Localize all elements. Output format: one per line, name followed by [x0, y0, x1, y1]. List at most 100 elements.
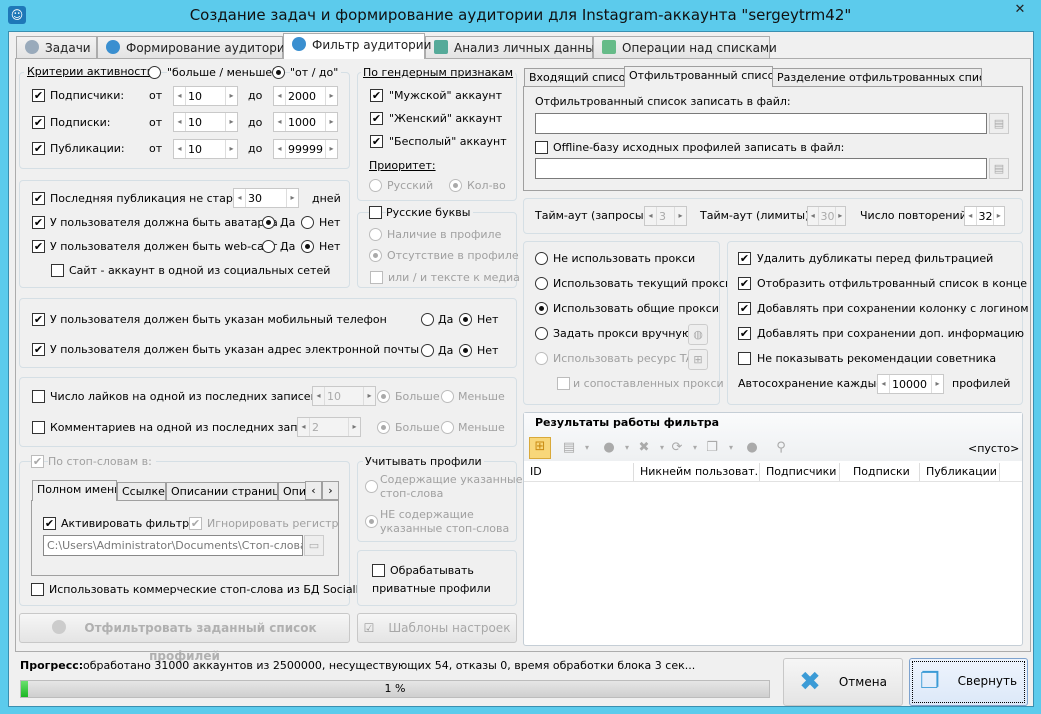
chevron-down-icon[interactable]: ▾ [686, 439, 704, 457]
column-header-following[interactable]: Подписки [840, 463, 920, 481]
media-text-checkbox[interactable] [370, 271, 383, 284]
email-checkbox[interactable] [32, 343, 45, 356]
stopwords-tab-full-name[interactable]: Полном имени [32, 480, 117, 501]
autosave-stepper[interactable]: ◂ 10000 ▸ [877, 374, 944, 394]
likes-less-radio[interactable] [441, 390, 454, 403]
priority-russian-radio[interactable] [369, 179, 382, 192]
cancel-button[interactable]: ✖ Отмена [783, 658, 903, 706]
avatar-yes-radio[interactable] [262, 216, 275, 229]
website-no-radio[interactable] [301, 240, 314, 253]
filter-list-button[interactable]: Отфильтровать заданный список профилей [19, 613, 350, 663]
tab-audience-building[interactable]: Формирование аудитории [97, 36, 292, 59]
likes-stepper[interactable]: ◂ 10 ▸ [312, 386, 376, 406]
mode-more-less-radio[interactable] [148, 66, 161, 79]
comments-less-radio[interactable] [441, 421, 454, 434]
last-post-checkbox[interactable] [32, 192, 45, 205]
comments-checkbox[interactable] [32, 421, 45, 434]
stopwords-checkbox[interactable] [31, 455, 44, 468]
hierarchy-icon[interactable]: ⊞ [529, 437, 551, 459]
phone-yes-radio[interactable] [421, 313, 434, 326]
genderless-checkbox[interactable] [370, 135, 383, 148]
save-icon[interactable]: ▤ [560, 439, 578, 457]
refresh-icon[interactable]: ⟳ [668, 439, 686, 457]
offline-base-input[interactable] [535, 158, 987, 179]
show-filtered-checkbox[interactable] [738, 277, 751, 290]
absent-radio[interactable] [369, 249, 382, 262]
folder-open-icon[interactable]: ▭ [304, 535, 324, 556]
likes-checkbox[interactable] [32, 390, 45, 403]
not-containing-radio[interactable] [365, 515, 378, 528]
minimize-button[interactable]: ❐ Свернуть [909, 658, 1028, 706]
chevron-down-icon[interactable]: ▾ [722, 439, 740, 457]
commercial-stopwords-checkbox[interactable] [31, 583, 44, 596]
posts-checkbox[interactable] [32, 142, 45, 155]
stopwords-tab-link[interactable]: Ссылке [117, 482, 166, 501]
hide-advice-checkbox[interactable] [738, 352, 751, 365]
social-site-checkbox[interactable] [51, 264, 64, 277]
login-column-checkbox[interactable] [738, 302, 751, 315]
tab-split-lists[interactable]: Разделение отфильтрованных списков [772, 68, 982, 87]
proxy-resource-radio[interactable] [535, 352, 548, 365]
avatar-checkbox[interactable] [32, 216, 45, 229]
tab-incoming-list[interactable]: Входящий список [524, 68, 625, 87]
templates-button[interactable]: ☑ Шаблоны настроек [357, 613, 517, 643]
containing-radio[interactable] [365, 480, 378, 493]
check-circle-icon[interactable]: ● [600, 439, 618, 457]
following-checkbox[interactable] [32, 116, 45, 129]
network-icon[interactable]: ⊞ [688, 349, 708, 370]
tab-filtered-list[interactable]: Отфильтрованный список [624, 66, 773, 87]
proxy-none-radio[interactable] [535, 252, 548, 265]
globe-icon[interactable]: ◍ [688, 324, 708, 345]
retries-stepper[interactable]: ◂ 32 ▸ [964, 206, 1005, 226]
delete-icon[interactable]: ✖ [635, 439, 653, 457]
offline-base-checkbox[interactable] [535, 141, 548, 154]
stopwords-tab-description[interactable]: Описании страницы [166, 482, 278, 501]
save-file-icon[interactable]: ▤ [989, 113, 1009, 134]
search-icon[interactable]: ⚲ [772, 439, 790, 457]
comments-more-radio[interactable] [377, 421, 390, 434]
website-checkbox[interactable] [32, 240, 45, 253]
column-header-followers[interactable]: Подписчики [760, 463, 840, 481]
tab-personal-data[interactable]: Анализ личных данных [425, 36, 602, 59]
proxy-manual-radio[interactable] [535, 327, 548, 340]
priority-count-radio[interactable] [449, 179, 462, 192]
extra-info-checkbox[interactable] [738, 327, 751, 340]
column-header-nickname[interactable]: Никнейм пользоват... [634, 463, 760, 481]
russian-letters-checkbox[interactable] [369, 206, 382, 219]
requests-timeout-stepper[interactable]: ◂ 3 ▸ [644, 206, 687, 226]
last-post-days-stepper[interactable]: ◂ 30 ▸ [233, 188, 299, 208]
email-yes-radio[interactable] [421, 344, 434, 357]
posts-from-stepper[interactable]: ◂ 10 ▸ [173, 139, 238, 159]
mapped-proxy-checkbox[interactable] [557, 377, 570, 390]
tabs-scroll-left-icon[interactable]: ‹ [305, 481, 322, 500]
private-profiles-checkbox[interactable] [372, 564, 385, 577]
mode-from-to-radio[interactable] [272, 66, 285, 79]
ignore-case-checkbox[interactable] [189, 517, 202, 530]
female-checkbox[interactable] [370, 112, 383, 125]
proxy-shared-radio[interactable] [535, 302, 548, 315]
activate-filter-checkbox[interactable] [43, 517, 56, 530]
copy-icon[interactable]: ❐ [703, 439, 721, 457]
chevron-down-icon[interactable]: ▾ [618, 439, 636, 457]
column-header-posts[interactable]: Публикации [920, 463, 1000, 481]
stopwords-path-input[interactable]: C:\Users\Administrator\Documents\Стоп-сл… [43, 535, 303, 556]
column-header-id[interactable]: ID [524, 463, 634, 481]
followers-checkbox[interactable] [32, 89, 45, 102]
website-yes-radio[interactable] [262, 240, 275, 253]
present-radio[interactable] [369, 228, 382, 241]
save-file-icon[interactable]: ▤ [989, 158, 1009, 179]
tab-tasks[interactable]: Задачи [16, 36, 97, 59]
followers-to-stepper[interactable]: ◂ 2000 ▸ [273, 86, 338, 106]
remove-duplicates-checkbox[interactable] [738, 252, 751, 265]
tab-audience-filter[interactable]: Фильтр аудитории [283, 33, 431, 59]
email-no-radio[interactable] [459, 344, 472, 357]
close-window-button[interactable]: ✕ [1004, 0, 1036, 20]
likes-more-radio[interactable] [377, 390, 390, 403]
phone-checkbox[interactable] [32, 313, 45, 326]
limits-timeout-stepper[interactable]: ◂ 30 ▸ [807, 206, 846, 226]
followers-from-stepper[interactable]: ◂ 10 ▸ [173, 86, 238, 106]
phone-no-radio[interactable] [459, 313, 472, 326]
tab-list-operations[interactable]: Операции над списками [593, 36, 777, 59]
info-icon[interactable]: ● [743, 439, 761, 457]
proxy-current-radio[interactable] [535, 277, 548, 290]
